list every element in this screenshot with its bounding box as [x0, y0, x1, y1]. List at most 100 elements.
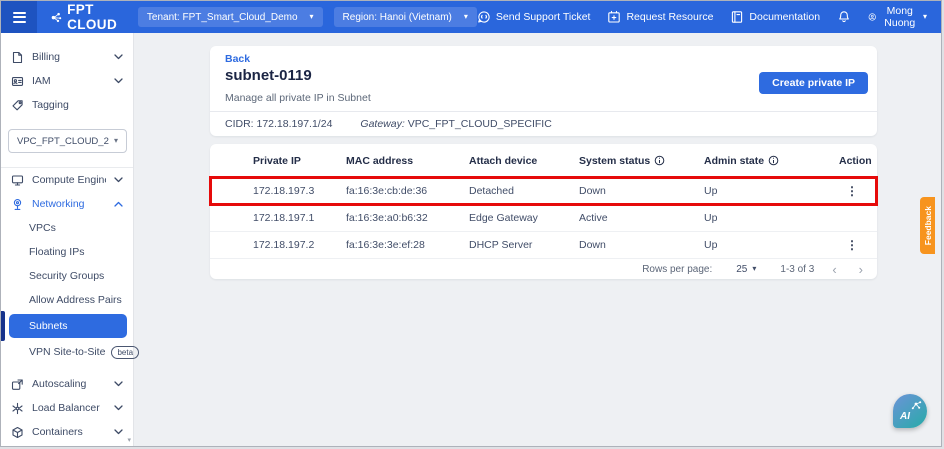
cell-system-status: Active	[579, 212, 704, 224]
back-link[interactable]: Back	[225, 53, 250, 65]
documentation-link[interactable]: Documentation	[730, 10, 820, 24]
chevron-down-icon	[114, 78, 123, 84]
row-actions-button[interactable]: ⋮	[840, 183, 864, 199]
caret-down-icon: ▾	[114, 137, 118, 145]
table-pagination: Rows per page: 25 ▾ 1-3 of 3 ‹ ›	[210, 259, 877, 279]
rows-per-page-label: Rows per page:	[642, 264, 712, 275]
cell-admin-state: Up	[704, 185, 839, 197]
load-balancer-icon	[11, 402, 24, 415]
rows-per-page-select[interactable]: 25 ▾	[730, 263, 762, 276]
chevron-down-icon	[114, 405, 123, 411]
sidebar-item-vpcs[interactable]: VPCs	[1, 216, 133, 240]
user-name: Mong Nuong	[882, 5, 918, 29]
column-header-action: Action	[839, 155, 872, 167]
cell-system-status: Down	[579, 239, 704, 251]
caret-down-icon: ▾	[752, 265, 756, 273]
billing-icon	[11, 51, 24, 64]
logo-text: FPT CLOUD	[67, 2, 127, 32]
column-header-attach-device: Attach device	[469, 155, 579, 167]
ai-chatbot-button[interactable]: AI	[893, 394, 927, 428]
chevron-down-icon	[114, 381, 123, 387]
column-header-system-status: System status	[579, 155, 704, 167]
column-header-admin-state: Admin state	[704, 155, 839, 167]
admin-state-info-icon[interactable]	[768, 155, 779, 166]
gateway-label: Gateway:	[360, 118, 404, 130]
user-menu[interactable]: Mong Nuong ▾	[868, 5, 927, 29]
cell-attach-device: DHCP Server	[469, 239, 579, 251]
sidebar: Billing IAM Tagging VPC_FPT_CLOUD_2 ▾	[1, 33, 134, 446]
chevron-down-icon	[114, 177, 123, 183]
request-resource-label: Request Resource	[626, 11, 713, 23]
table-header-row: Private IP MAC address Attach device Sys…	[210, 144, 877, 178]
menu-toggle-button[interactable]	[1, 1, 37, 33]
column-header-private-ip: Private IP	[253, 155, 346, 167]
ai-molecule-icon	[909, 398, 923, 412]
feedback-label: Feedback	[923, 206, 933, 245]
sidebar-item-billing[interactable]: Billing	[1, 45, 133, 69]
cell-private-ip: 172.18.197.2	[253, 239, 346, 251]
cell-admin-state: Up	[704, 239, 839, 251]
page-subtitle: Manage all private IP in Subnet	[225, 92, 371, 104]
cell-private-ip: 172.18.197.3	[253, 185, 346, 197]
chevron-down-icon	[114, 429, 123, 435]
sidebar-item-networking[interactable]: Networking	[1, 192, 133, 216]
compute-engine-icon	[11, 174, 24, 187]
sidebar-scrollbar-arrow[interactable]: ▾	[127, 436, 131, 444]
table-row: 172.18.197.1 fa:16:3e:a0:b6:32 Edge Gate…	[210, 205, 877, 232]
documentation-icon	[730, 10, 744, 24]
subnet-meta: CIDR: 172.18.197.1/24 Gateway: VPC_FPT_C…	[225, 118, 552, 130]
sidebar-item-floating-ips[interactable]: Floating IPs	[1, 240, 133, 264]
create-private-ip-button[interactable]: Create private IP	[759, 72, 868, 94]
support-ticket-icon	[477, 10, 491, 24]
sidebar-item-autoscaling[interactable]: Autoscaling	[1, 372, 133, 396]
sidebar-item-tagging[interactable]: Tagging	[1, 93, 133, 117]
pagination-prev-button[interactable]: ‹	[832, 263, 836, 276]
app-window: FPT CLOUD Tenant: FPT_Smart_Cloud_Demo ▾…	[0, 0, 942, 447]
tenant-selector[interactable]: Tenant: FPT_Smart_Cloud_Demo ▾	[138, 7, 323, 27]
cell-mac-address: fa:16:3e:a0:b6:32	[346, 212, 469, 224]
user-avatar-icon	[868, 10, 876, 24]
table-row: 172.18.197.2 fa:16:3e:3e:ef:28 DHCP Serv…	[210, 232, 877, 259]
pagination-next-button[interactable]: ›	[859, 263, 863, 276]
cell-private-ip: 172.18.197.1	[253, 212, 346, 224]
vpc-selector[interactable]: VPC_FPT_CLOUD_2 ▾	[8, 129, 127, 153]
table-row: 172.18.197.3 fa:16:3e:cb:de:36 Detached …	[210, 178, 877, 205]
column-header-mac-address: MAC address	[346, 155, 469, 167]
table-body: 172.18.197.3 fa:16:3e:cb:de:36 Detached …	[210, 178, 877, 259]
cell-admin-state: Up	[704, 212, 839, 224]
tenant-label: Tenant: FPT_Smart_Cloud_Demo	[147, 12, 298, 23]
cidr-value: CIDR: 172.18.197.1/24	[225, 118, 332, 130]
sidebar-item-iam[interactable]: IAM	[1, 69, 133, 93]
bell-icon	[837, 10, 851, 24]
chevron-down-icon	[114, 54, 123, 60]
sidebar-item-allow-address-pairs[interactable]: Allow Address Pairs	[1, 288, 133, 312]
main-content: Back subnet-0119 Manage all private IP i…	[135, 33, 941, 446]
sidebar-item-vpn-site-to-site[interactable]: VPN Site-to-Site beta	[1, 340, 133, 364]
header-divider	[210, 111, 877, 112]
gateway-value: Gateway: VPC_FPT_CLOUD_SPECIFIC	[360, 118, 551, 130]
send-support-ticket-link[interactable]: Send Support Ticket	[477, 10, 591, 24]
row-actions-button[interactable]: ⋮	[840, 237, 864, 253]
notifications-button[interactable]	[837, 10, 851, 24]
region-selector[interactable]: Region: Hanoi (Vietnam) ▾	[334, 7, 477, 27]
fpt-molecule-icon	[51, 10, 62, 25]
cell-attach-device: Detached	[469, 185, 579, 197]
cell-mac-address: fa:16:3e:cb:de:36	[346, 185, 469, 197]
request-resource-link[interactable]: Request Resource	[607, 10, 713, 24]
region-label: Region: Hanoi (Vietnam)	[343, 12, 452, 23]
cell-attach-device: Edge Gateway	[469, 212, 579, 224]
vpc-selector-value: VPC_FPT_CLOUD_2	[17, 136, 109, 147]
sidebar-item-subnets[interactable]: Subnets	[9, 314, 127, 338]
containers-icon	[11, 426, 24, 439]
navbar-actions: Send Support Ticket Request Resource Doc…	[477, 5, 927, 29]
sidebar-item-load-balancer[interactable]: Load Balancer	[1, 396, 133, 420]
caret-down-icon: ▾	[310, 13, 314, 21]
page-title: subnet-0119	[225, 67, 312, 84]
sidebar-item-containers[interactable]: Containers	[1, 420, 133, 444]
send-support-ticket-label: Send Support Ticket	[496, 11, 591, 23]
feedback-tab[interactable]: Feedback	[920, 197, 935, 254]
system-status-info-icon[interactable]	[654, 155, 665, 166]
sidebar-item-compute-engine[interactable]: Compute Engine	[1, 168, 133, 192]
sidebar-item-security-groups[interactable]: Security Groups	[1, 264, 133, 288]
documentation-label: Documentation	[749, 11, 820, 23]
